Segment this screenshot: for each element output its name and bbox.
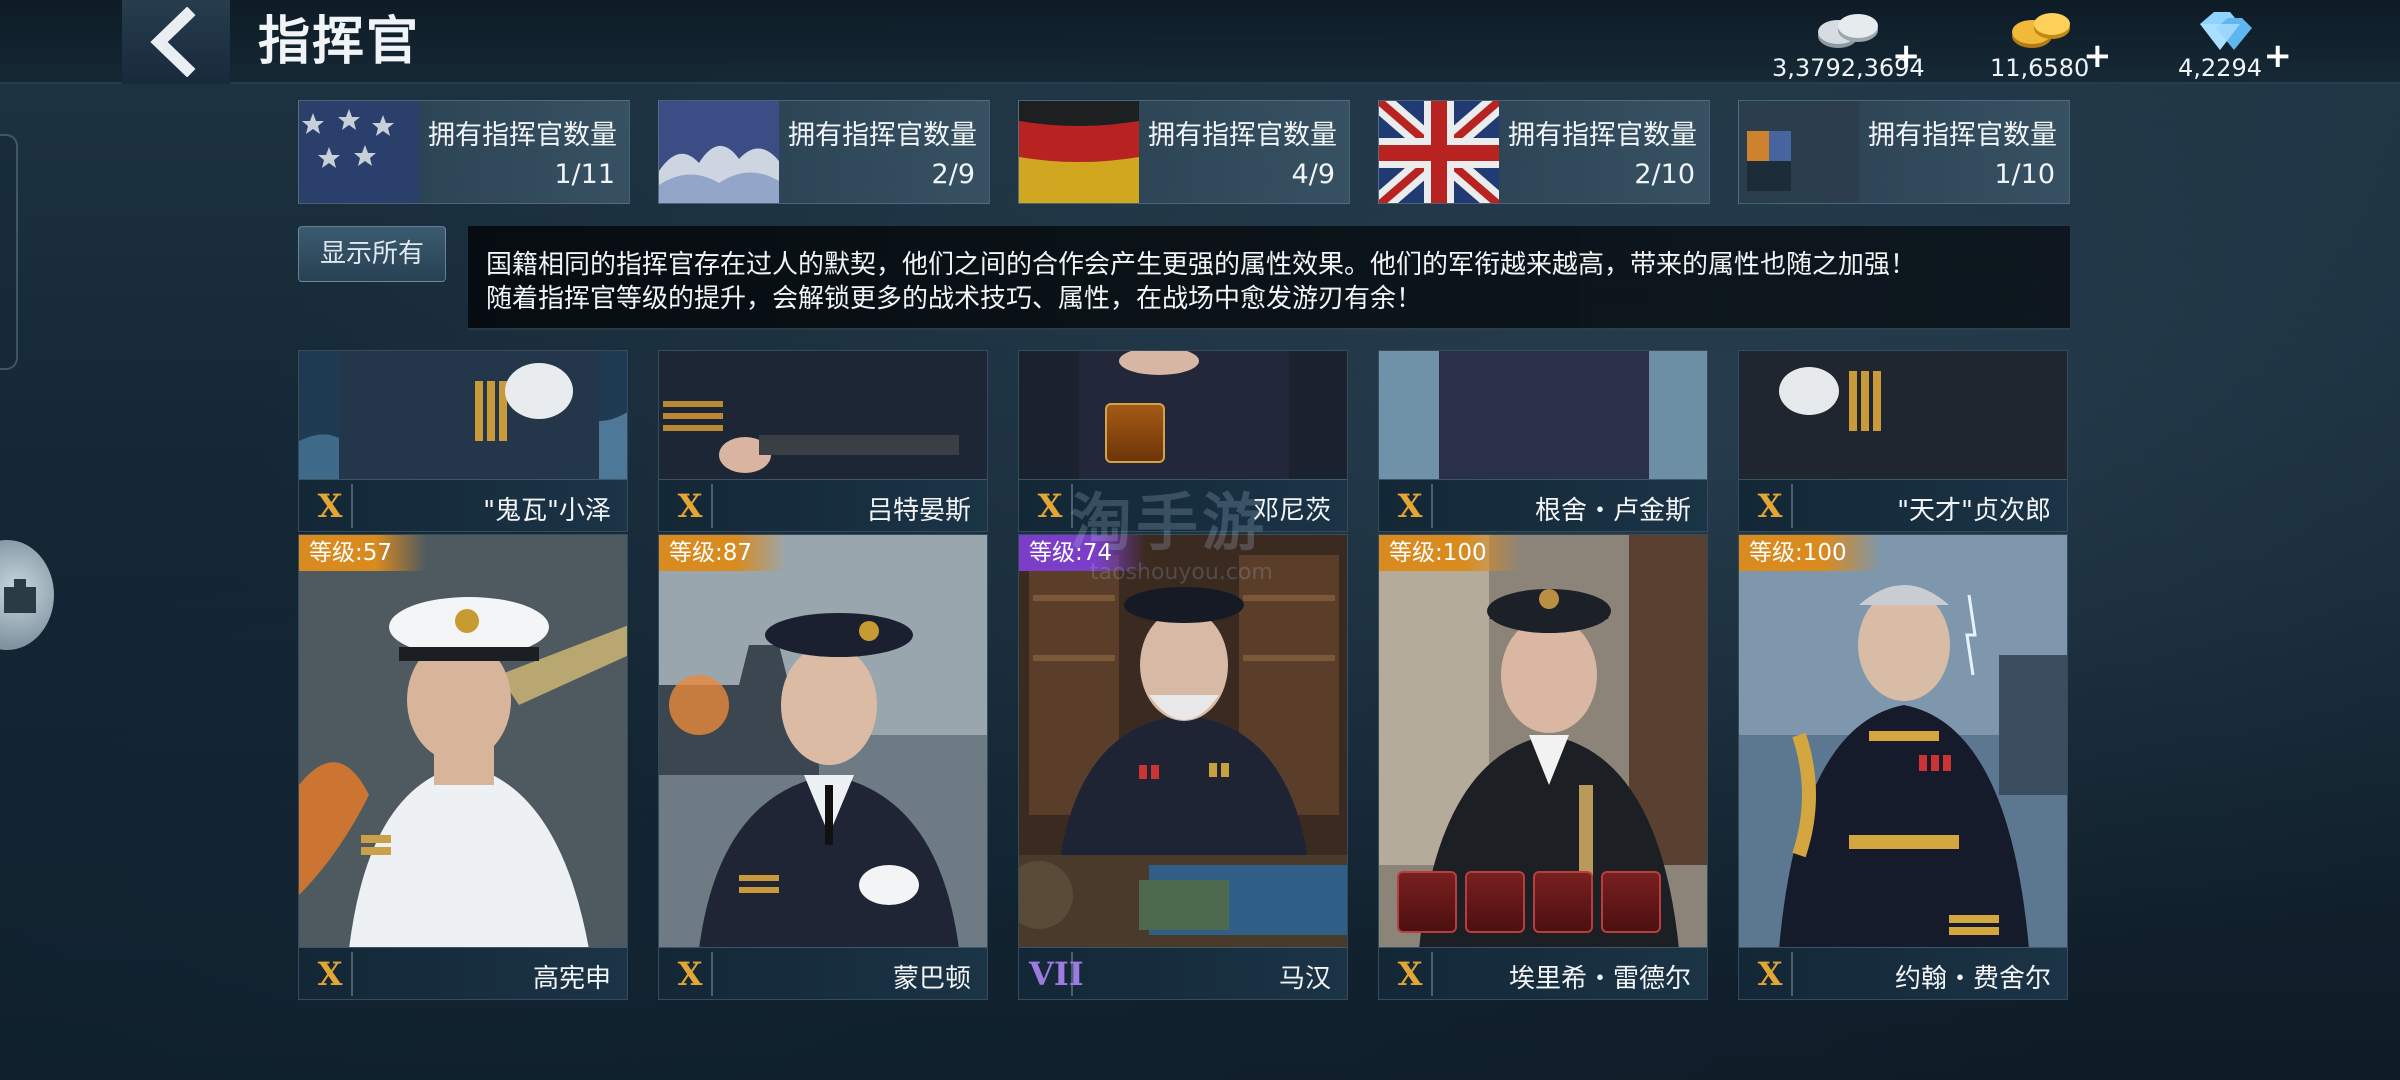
nameplate: X 吕特晏斯 xyxy=(659,479,987,531)
commander-portrait xyxy=(1739,535,2067,949)
usa-flag-icon xyxy=(299,101,419,204)
nameplate: X 根舍・卢金斯 xyxy=(1379,479,1707,531)
gem-amount: 4,2294 xyxy=(2178,54,2262,82)
rank-badge: X xyxy=(1029,484,1073,528)
commander-portrait xyxy=(1019,535,1347,949)
nameplate: X 约翰・费舍尔 xyxy=(1739,947,2067,999)
commander-portrait xyxy=(1019,351,1347,481)
owned-count: 2/10 xyxy=(1634,159,1695,190)
commander-portrait xyxy=(1379,351,1707,481)
commander-card[interactable]: 等级:74 VII 马汉 xyxy=(1018,534,1348,1000)
level-badge: 等级:87 xyxy=(659,535,787,571)
equipment-slot-3[interactable] xyxy=(1533,871,1593,933)
top-bar: 指挥官 + 3,3792,3694 + 11,6580 + 4,2294 xyxy=(0,0,2400,84)
rank-badge: X xyxy=(1749,952,1793,996)
info-line-2: 随着指挥官等级的提升，会解锁更多的战术技巧、属性，在战场中愈发游刃有余！ xyxy=(486,284,1423,314)
commander-portrait xyxy=(299,351,627,481)
nameplate: X 蒙巴顿 xyxy=(659,947,987,999)
commander-name: "天才"贞次郎 xyxy=(1897,496,2051,526)
nation-tab-usa[interactable]: 拥有指挥官数量 1/11 xyxy=(298,100,630,204)
equipment-slot-1[interactable] xyxy=(1397,871,1457,933)
side-menu-button[interactable] xyxy=(0,540,54,650)
rank-badge: X xyxy=(1749,484,1793,528)
rank-badge: VII xyxy=(1029,952,1084,996)
gold-currency: + 11,6580 xyxy=(1990,6,2112,82)
watermark-url: taoshouyou.com xyxy=(1090,560,1273,585)
owned-count: 2/9 xyxy=(931,159,975,190)
commander-portrait xyxy=(1739,351,2067,481)
commander-card[interactable]: 等级:100 X 约翰・费舍尔 xyxy=(1738,534,2068,1000)
info-text-box: 国籍相同的指挥官存在过人的默契，他们之间的合作会产生更强的属性效果。他们的军衔越… xyxy=(468,226,2070,330)
info-line-1: 国籍相同的指挥官存在过人的默契，他们之间的合作会产生更强的属性效果。他们的军衔越… xyxy=(486,250,1917,280)
gem-currency: + 4,2294 xyxy=(2178,6,2292,82)
commander-card[interactable]: X 吕特晏斯 xyxy=(658,350,988,532)
commander-name: 马汉 xyxy=(1278,964,1331,994)
add-silver-button[interactable]: + xyxy=(1892,36,1921,76)
add-gems-button[interactable]: + xyxy=(2263,36,2292,76)
chevron-left-icon xyxy=(150,7,196,77)
owned-count: 1/11 xyxy=(554,159,615,190)
commander-name: 根舍・卢金斯 xyxy=(1534,496,1691,526)
rank-badge: X xyxy=(669,484,713,528)
commander-portrait xyxy=(659,351,987,481)
nation-tab-germany[interactable]: 拥有指挥官数量 4/9 xyxy=(1018,100,1350,204)
owned-count: 1/10 xyxy=(1994,159,2055,190)
silver-currency: + 3,3792,3694 xyxy=(1772,6,1925,82)
commander-portrait xyxy=(659,535,987,949)
owned-count: 4/9 xyxy=(1291,159,1335,190)
nameplate: X 埃里希・雷德尔 xyxy=(1379,947,1707,999)
level-badge: 等级:100 xyxy=(1379,535,1521,571)
owned-label: 拥有指挥官数量 xyxy=(1868,120,2057,151)
japan-wave-flag-icon xyxy=(659,101,779,204)
commander-card[interactable]: X "天才"贞次郎 xyxy=(1738,350,2068,532)
other-nation-flag-icon xyxy=(1739,101,1859,204)
rank-badge: X xyxy=(669,952,713,996)
germany-flag-icon xyxy=(1019,101,1139,204)
commander-name: 吕特晏斯 xyxy=(866,496,971,526)
rank-badge: X xyxy=(309,484,353,528)
uk-flag-icon xyxy=(1379,101,1499,204)
commander-name: 蒙巴顿 xyxy=(892,964,971,994)
rank-badge: X xyxy=(1389,484,1433,528)
puzzle-icon xyxy=(4,579,36,613)
owned-label: 拥有指挥官数量 xyxy=(788,120,977,151)
nameplate: X "天才"贞次郎 xyxy=(1739,479,2067,531)
nameplate: X 高宪申 xyxy=(299,947,627,999)
nameplate: VII 马汉 xyxy=(1019,947,1347,999)
side-drawer-handle[interactable] xyxy=(0,134,18,370)
commander-card[interactable]: 等级:100 X 埃里希・雷德尔 xyxy=(1378,534,1708,1000)
commander-card[interactable]: 等级:87 X 蒙巴顿 xyxy=(658,534,988,1000)
equipment-slot-4[interactable] xyxy=(1601,871,1661,933)
commander-name: "鬼瓦"小泽 xyxy=(483,496,611,526)
level-badge: 等级:57 xyxy=(299,535,427,571)
nameplate: X "鬼瓦"小泽 xyxy=(299,479,627,531)
add-gold-button[interactable]: + xyxy=(2083,36,2112,76)
nation-tab-other[interactable]: 拥有指挥官数量 1/10 xyxy=(1738,100,2070,204)
gold-amount: 11,6580 xyxy=(1990,54,2090,82)
commander-portrait xyxy=(299,535,627,949)
owned-label: 拥有指挥官数量 xyxy=(428,120,617,151)
page-title: 指挥官 xyxy=(258,12,421,72)
rank-badge: X xyxy=(309,952,353,996)
nation-tab-japan[interactable]: 拥有指挥官数量 2/9 xyxy=(658,100,990,204)
commander-name: 高宪申 xyxy=(532,964,611,994)
commander-card[interactable]: X 根舍・卢金斯 xyxy=(1378,350,1708,532)
equipment-slot-2[interactable] xyxy=(1465,871,1525,933)
nation-tab-uk[interactable]: 拥有指挥官数量 2/10 xyxy=(1378,100,1710,204)
commander-card[interactable]: 等级:57 X 高宪申 xyxy=(298,534,628,1000)
owned-label: 拥有指挥官数量 xyxy=(1508,120,1697,151)
back-button[interactable] xyxy=(122,0,230,84)
silver-coins-icon: + xyxy=(1808,6,1920,76)
rank-badge: X xyxy=(1389,952,1433,996)
watermark: 淘手游 xyxy=(1070,486,1269,559)
commander-card[interactable]: X "鬼瓦"小泽 xyxy=(298,350,628,532)
level-badge: 等级:100 xyxy=(1739,535,1881,571)
gold-coins-icon: + xyxy=(2000,6,2112,76)
commander-name: 埃里希・雷德尔 xyxy=(1508,964,1691,994)
commander-name: 约翰・费舍尔 xyxy=(1894,964,2051,994)
baton-item-icon[interactable] xyxy=(1105,403,1165,463)
owned-label: 拥有指挥官数量 xyxy=(1148,120,1337,151)
show-all-button[interactable]: 显示所有 xyxy=(298,226,446,282)
diamond-icon: + xyxy=(2180,6,2292,76)
